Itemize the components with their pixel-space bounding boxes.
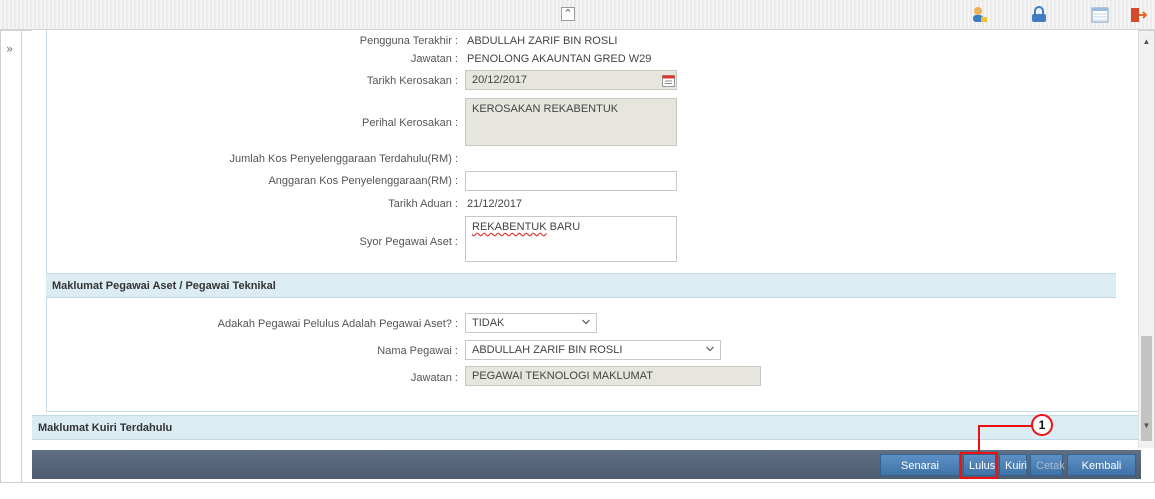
section-pegawai-header: Maklumat Pegawai Aset / Pegawai Teknikal xyxy=(46,273,1116,298)
calendar-icon[interactable] xyxy=(662,74,675,87)
perihal-kerosakan-label: Perihal Kerosakan : xyxy=(362,117,458,129)
adakah-value: TIDAK xyxy=(472,317,505,329)
jawatan-pegawai-field: PEGAWAI TEKNOLOGI MAKLUMAT xyxy=(465,366,761,386)
callout-number-badge: 1 xyxy=(1031,414,1053,436)
syor-pegawai-textarea[interactable]: REKABENTUK BARU xyxy=(465,216,677,262)
jumlah-kos-label: Jumlah Kos Penyelenggaraan Terdahulu(RM)… xyxy=(229,153,458,165)
chevron-down-icon xyxy=(706,346,714,352)
tarikh-aduan-label: Tarikh Aduan : xyxy=(388,198,458,210)
perihal-kerosakan-value: KEROSAKAN REKABENTUK xyxy=(472,103,619,115)
adakah-label: Adakah Pegawai Pelulus Adalah Pegawai As… xyxy=(217,318,458,330)
expand-sidebar-icon[interactable]: » xyxy=(6,42,13,56)
change-password-icon[interactable] xyxy=(1030,6,1048,24)
calendar-view-icon[interactable] xyxy=(1091,6,1109,24)
syor-pegawai-value-word2: BARU xyxy=(546,221,581,233)
nama-pegawai-value: ABDULLAH ZARIF BIN ROSLI xyxy=(472,344,623,356)
double-chevron-up-icon[interactable]: ⌃ xyxy=(561,7,575,21)
nama-pegawai-select[interactable]: ABDULLAH ZARIF BIN ROSLI xyxy=(465,340,721,360)
kembali-button[interactable]: Kembali xyxy=(1067,454,1136,476)
jawatan-value: PENOLONG AKAUNTAN GRED W29 xyxy=(467,53,652,65)
scrollbar[interactable]: ▲ ▼ xyxy=(1138,31,1154,448)
jawatan-pegawai-label: Jawatan : xyxy=(410,372,458,384)
chevron-down-icon xyxy=(582,319,590,325)
user-profile-icon[interactable] xyxy=(970,6,988,24)
adakah-select[interactable]: TIDAK xyxy=(465,313,597,333)
callout-connector xyxy=(978,426,980,453)
syor-pegawai-label: Syor Pegawai Aset : xyxy=(359,236,458,248)
tarikh-kerosakan-field: 20/12/2017 xyxy=(465,70,677,90)
anggaran-kos-input[interactable] xyxy=(465,171,677,191)
tarikh-aduan-value: 21/12/2017 xyxy=(467,198,523,210)
top-toolbar: ⌃ xyxy=(0,0,1155,30)
lulus-highlight-box xyxy=(960,452,998,479)
section-pegawai-title: Maklumat Pegawai Aset / Pegawai Teknikal xyxy=(52,280,276,292)
nama-pegawai-label: Nama Pegawai : xyxy=(377,345,458,357)
tarikh-kerosakan-label: Tarikh Kerosakan : xyxy=(366,75,458,87)
cetak-button: Cetak xyxy=(1030,454,1065,476)
logout-icon[interactable] xyxy=(1129,6,1147,24)
scroll-up-icon[interactable]: ▲ xyxy=(1139,37,1154,46)
sidebar-divider xyxy=(21,30,22,483)
section-kuiri-title: Maklumat Kuiri Terdahulu xyxy=(38,422,173,434)
perihal-kerosakan-field: KEROSAKAN REKABENTUK xyxy=(465,98,677,146)
jawatan-pegawai-value: PEGAWAI TEKNOLOGI MAKLUMAT xyxy=(472,370,653,382)
tarikh-kerosakan-value: 20/12/2017 xyxy=(472,74,528,86)
kuiri-button[interactable]: Kuiri xyxy=(999,454,1027,476)
senarai-semak-button[interactable]: Senarai Semak xyxy=(880,454,960,494)
callout-connector xyxy=(978,425,1033,427)
syor-pegawai-value-word1: REKABENTUK xyxy=(472,221,547,233)
anggaran-kos-label: Anggaran Kos Penyelenggaraan(RM) : xyxy=(268,175,458,187)
pengguna-terakhir-label: Pengguna Terakhir : xyxy=(359,35,458,47)
section-kuiri-header[interactable]: Maklumat Kuiri Terdahulu xyxy=(32,415,1138,440)
pengguna-terakhir-value: ABDULLAH ZARIF BIN ROSLI xyxy=(467,35,618,47)
jawatan-label: Jawatan : xyxy=(410,53,458,65)
scroll-down-icon[interactable]: ▼ xyxy=(1139,421,1154,430)
